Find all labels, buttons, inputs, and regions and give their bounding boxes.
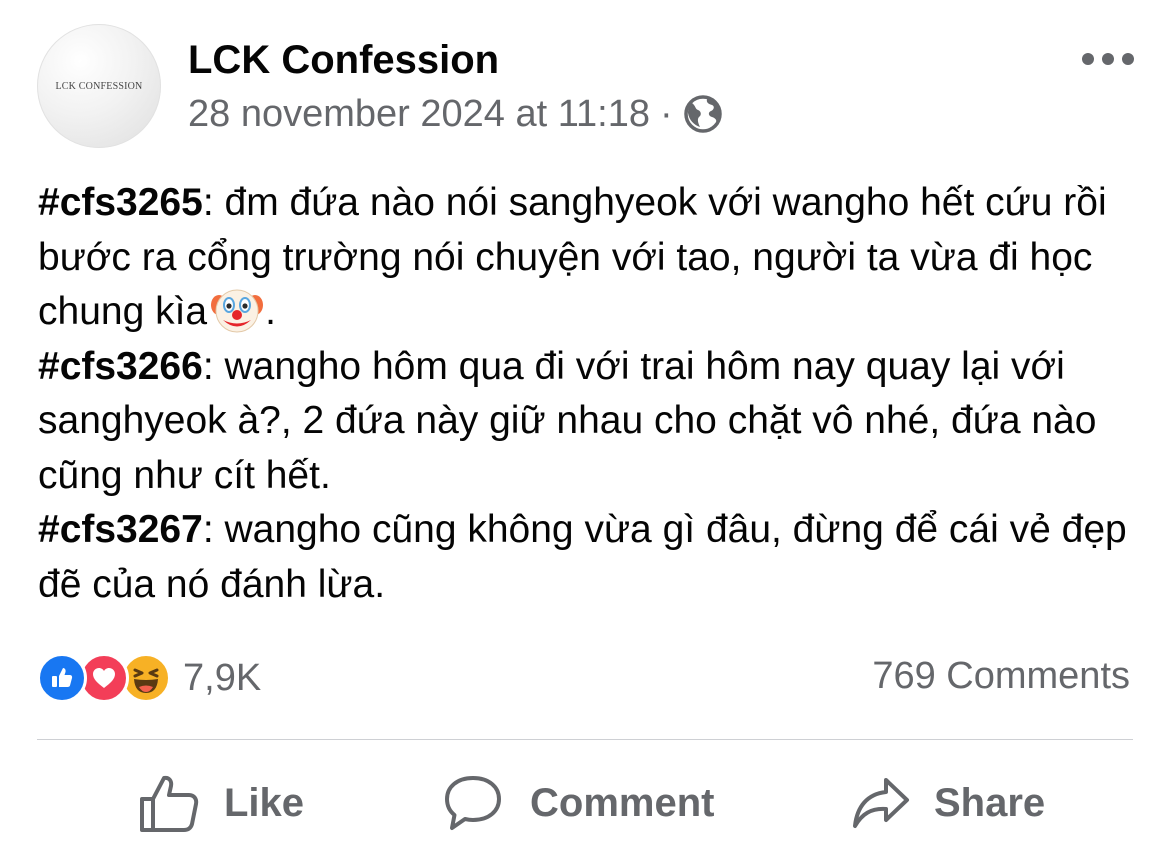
share-button[interactable]: Share [852,768,1045,838]
more-dot [1102,53,1114,65]
hashtag-link[interactable]: #cfs3265 [38,181,203,224]
clown-face-emoji [211,289,264,333]
divider [37,739,1133,740]
hashtag-link[interactable]: #cfs3267 [38,508,203,551]
confession-paragraph: #cfs3266: wangho hôm qua đi với trai hôm… [38,340,1148,504]
thumbs-up-icon [140,775,199,832]
more-options-icon[interactable] [1082,44,1134,74]
reaction-count: 7,9K [183,656,262,699]
post-timestamp[interactable]: 28 november 2024 at 11:18 [188,93,650,136]
comment-button[interactable]: Comment [443,768,714,838]
post-meta: 28 november 2024 at 11:18 · [188,92,723,136]
confession-paragraph: #cfs3267: wangho cũng không vừa gì đâu, … [38,503,1148,612]
avatar-logo-text: LCK CONFESSION [55,80,143,92]
like-label: Like [224,780,305,825]
page-name[interactable]: LCK Confession [188,36,499,84]
post-content: #cfs3265: đm đứa nào nói sanghyeok với w… [38,176,1148,612]
comment-bubble-icon [445,776,501,830]
comment-count-link[interactable]: 769 Comments [872,655,1130,698]
confession-paragraph: #cfs3265: đm đứa nào nói sanghyeok với w… [38,176,1148,340]
confession-trailing-text: . [265,290,276,333]
more-dot [1122,53,1134,65]
page-avatar[interactable]: LCK CONFESSION [37,24,161,148]
more-dot [1082,53,1094,65]
share-label: Share [934,780,1046,825]
like-reaction-icon [37,653,87,703]
share-arrow-icon [853,778,909,828]
meta-separator: · [659,92,673,135]
globe-icon [683,95,722,133]
reactions-summary[interactable]: 7,9K [37,652,261,704]
hashtag-link[interactable]: #cfs3266 [38,345,203,388]
comment-label: Comment [530,780,715,825]
like-button[interactable]: Like [138,768,304,838]
